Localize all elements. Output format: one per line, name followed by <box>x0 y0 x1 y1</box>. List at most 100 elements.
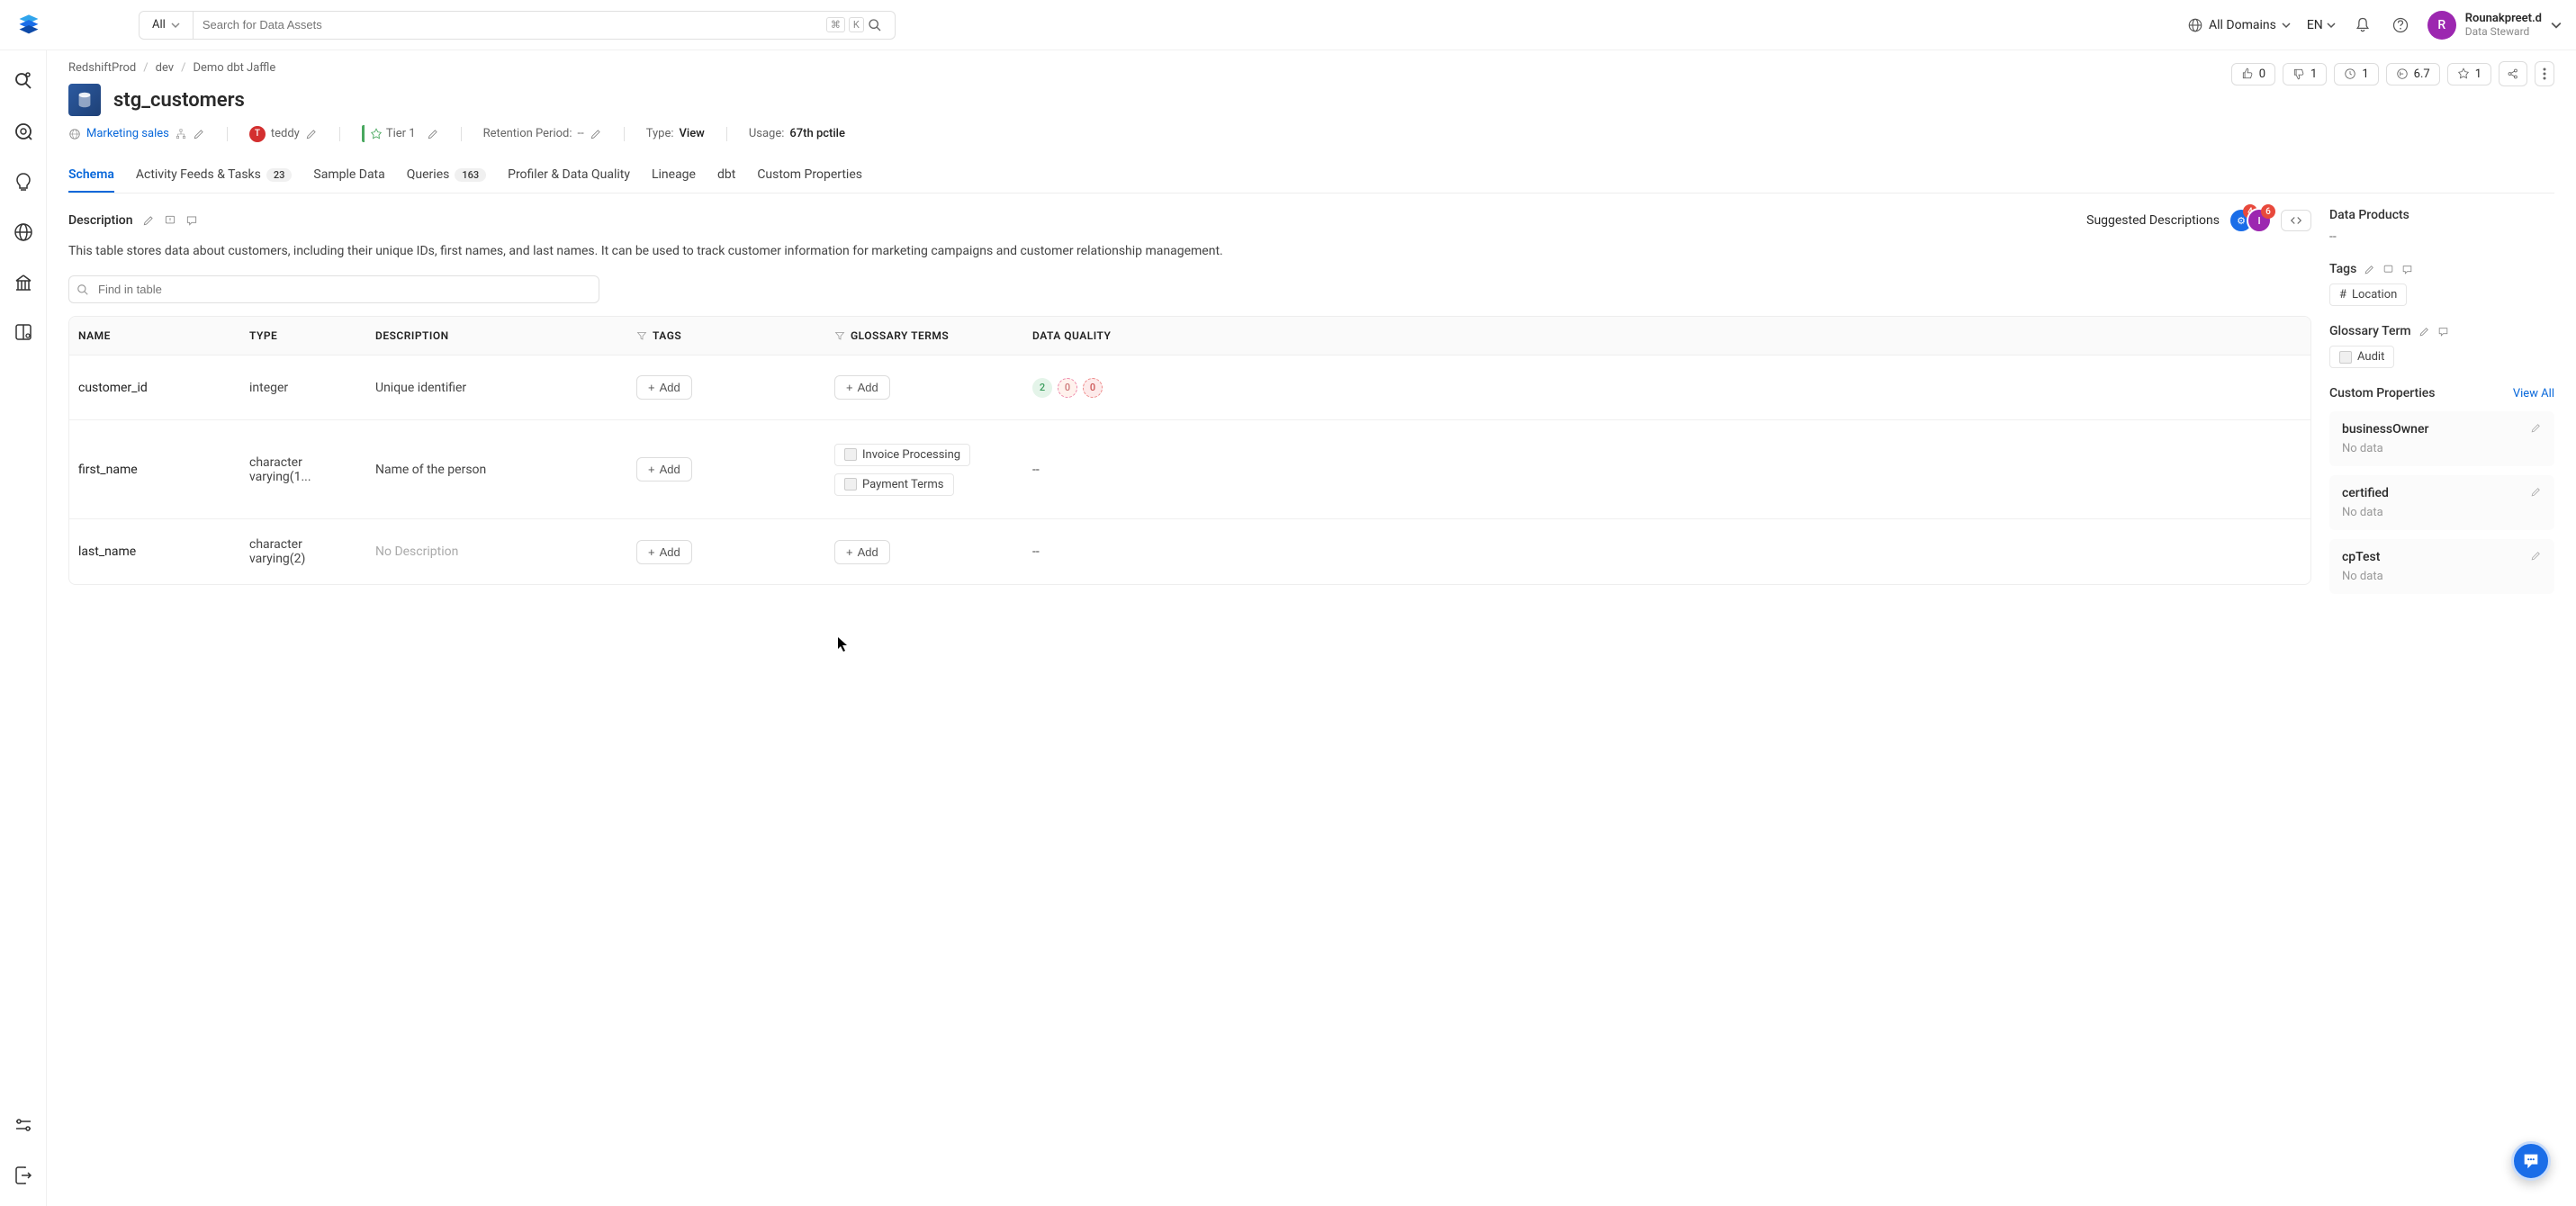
chat-fab[interactable] <box>2511 1141 2551 1181</box>
edit-icon[interactable] <box>193 128 205 140</box>
column-tags: +Add <box>627 519 825 584</box>
tab-queries[interactable]: Queries163 <box>407 158 486 193</box>
add-tag-button[interactable]: +Add <box>636 375 692 400</box>
tab-sample-data[interactable]: Sample Data <box>313 158 384 193</box>
edit-icon[interactable] <box>2530 550 2542 562</box>
edit-icon[interactable] <box>2530 486 2542 498</box>
header-right: All Domains EN R Rounakpreet.d Data Stew… <box>2187 11 2562 40</box>
prop-name: certified <box>2342 486 2389 500</box>
edit-description-icon[interactable] <box>142 214 155 227</box>
request-description-icon[interactable] <box>164 214 176 227</box>
expand-button[interactable] <box>2281 210 2311 231</box>
tab-activity[interactable]: Activity Feeds & Tasks23 <box>136 158 293 193</box>
search-button[interactable] <box>864 14 886 36</box>
notifications-button[interactable] <box>2352 14 2373 36</box>
more-button[interactable] <box>2535 61 2554 86</box>
edit-icon[interactable] <box>427 128 439 140</box>
filter-icon[interactable] <box>834 330 845 341</box>
edit-icon[interactable] <box>305 128 318 140</box>
add-tag-button[interactable]: +Add <box>636 457 692 482</box>
domain-selector[interactable]: All Domains <box>2187 17 2291 33</box>
column-type: integer <box>240 356 366 419</box>
side-custom-props-label: Custom Properties <box>2329 386 2436 400</box>
domain-icon <box>68 128 81 140</box>
app-logo[interactable] <box>14 11 43 40</box>
filter-icon[interactable] <box>636 330 647 341</box>
tag-chip[interactable]: #Location <box>2329 284 2407 306</box>
sidebar-settings-icon[interactable] <box>11 1112 36 1138</box>
view-all-link[interactable]: View All <box>2513 387 2554 400</box>
edit-icon[interactable] <box>2530 422 2542 434</box>
help-button[interactable] <box>2390 14 2411 36</box>
version-pill[interactable]: 6.7 <box>2386 63 2440 86</box>
dq-warn-badge[interactable]: 0 <box>1058 378 1077 398</box>
meta-domain[interactable]: Marketing sales <box>68 127 205 140</box>
clock-pill[interactable]: 1 <box>2334 63 2378 86</box>
language-selector[interactable]: EN <box>2307 18 2336 32</box>
add-glossary-button[interactable]: +Add <box>834 375 890 400</box>
sidebar-domains-icon[interactable] <box>11 220 36 245</box>
table-row: customer_id integer Unique identifier +A… <box>69 356 2310 420</box>
breadcrumb-item[interactable]: Demo dbt Jaffle <box>193 61 275 75</box>
column-type: character varying(2) <box>240 519 366 584</box>
sidebar-governance-icon[interactable] <box>11 270 36 295</box>
prop-name: businessOwner <box>2342 422 2428 436</box>
side-tags-label: Tags <box>2329 262 2554 276</box>
column-name[interactable]: customer_id <box>69 356 240 419</box>
add-tag-button[interactable]: +Add <box>636 540 692 564</box>
tab-custom-props[interactable]: Custom Properties <box>757 158 862 193</box>
suggestion-avatar[interactable]: I6 <box>2247 208 2272 233</box>
chevron-down-icon <box>2327 21 2336 30</box>
comment-icon[interactable] <box>2437 326 2449 338</box>
sidebar-discover-icon[interactable] <box>11 119 36 144</box>
column-description: Unique identifier <box>366 356 627 419</box>
custom-prop-card: certified No data <box>2329 475 2554 530</box>
search-shortcut: ⌘ K <box>826 17 864 32</box>
sidebar-glossary-icon[interactable] <box>11 320 36 346</box>
search-input[interactable] <box>203 18 826 32</box>
search-filter-dropdown[interactable]: All <box>139 11 194 40</box>
code-icon <box>2289 214 2303 227</box>
find-in-table-input[interactable] <box>68 275 599 303</box>
tab-dbt[interactable]: dbt <box>717 158 735 193</box>
glossary-chip[interactable]: Audit <box>2329 346 2394 368</box>
sidebar-explore-icon[interactable] <box>11 68 36 94</box>
tab-profiler[interactable]: Profiler & Data Quality <box>508 158 630 193</box>
dq-fail-badge[interactable]: 0 <box>1083 378 1103 398</box>
comment-icon[interactable] <box>185 214 198 227</box>
edit-icon[interactable] <box>590 128 602 140</box>
prop-value: No data <box>2342 570 2383 583</box>
avatar: R <box>2427 11 2456 40</box>
user-profile[interactable]: R Rounakpreet.d Data Steward <box>2427 11 2562 40</box>
sidebar-insights-icon[interactable] <box>11 169 36 194</box>
column-type: character varying(1... <box>240 420 366 518</box>
star-pill[interactable]: 1 <box>2447 63 2491 86</box>
column-name[interactable]: first_name <box>69 420 240 518</box>
tab-lineage[interactable]: Lineage <box>652 158 696 193</box>
edit-icon[interactable] <box>2418 326 2430 338</box>
dq-pass-badge[interactable]: 2 <box>1032 378 1052 398</box>
thumbs-up-pill[interactable]: 0 <box>2231 63 2275 86</box>
prop-value: No data <box>2342 506 2389 519</box>
column-name[interactable]: last_name <box>69 519 240 584</box>
request-icon[interactable] <box>2382 264 2394 275</box>
share-button[interactable] <box>2499 61 2527 86</box>
edit-icon[interactable] <box>2364 264 2375 275</box>
meta-type: Type: View <box>646 127 705 140</box>
breadcrumb-item[interactable]: RedshiftProd <box>68 61 136 75</box>
column-glossary: Invoice Processing Payment Terms <box>825 420 1023 518</box>
glossary-chip[interactable]: Invoice Processing <box>834 444 970 466</box>
version-icon <box>2396 68 2409 80</box>
column-dq: 2 0 0 <box>1023 356 1131 419</box>
thumbs-down-pill[interactable]: 1 <box>2283 63 2327 86</box>
table-row: last_name character varying(2) No Descri… <box>69 519 2310 584</box>
breadcrumb-item[interactable]: dev <box>156 61 174 75</box>
meta-tier[interactable]: Tier 1 <box>362 125 439 142</box>
search-icon <box>868 18 882 32</box>
meta-owner[interactable]: T teddy <box>249 126 318 142</box>
tab-schema[interactable]: Schema <box>68 158 114 193</box>
add-glossary-button[interactable]: +Add <box>834 540 890 564</box>
comment-icon[interactable] <box>2401 264 2413 275</box>
glossary-chip[interactable]: Payment Terms <box>834 473 954 496</box>
sidebar-logout-icon[interactable] <box>11 1163 36 1188</box>
